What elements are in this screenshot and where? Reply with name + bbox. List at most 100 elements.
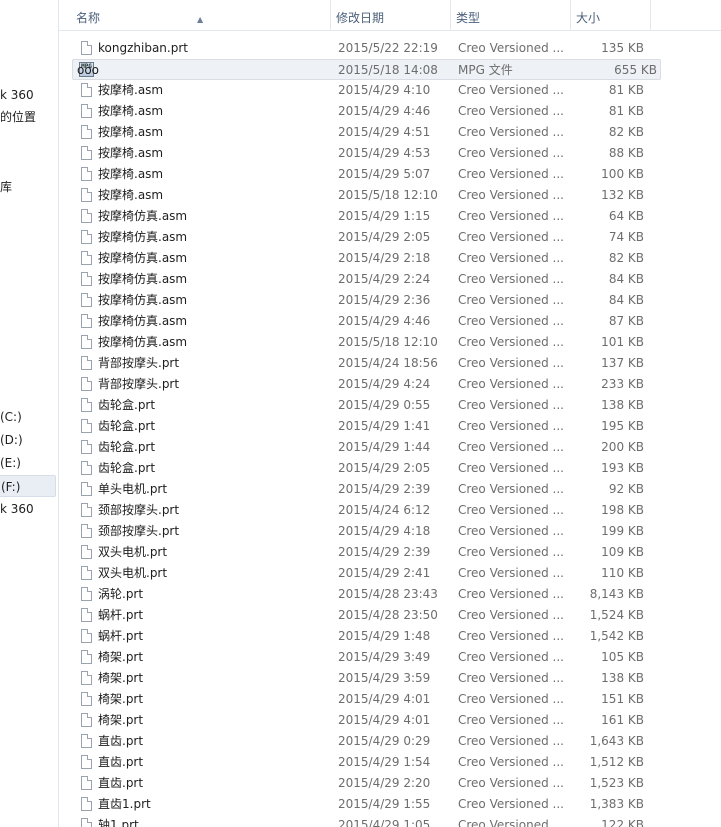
column-header-size[interactable]: 大小 <box>571 0 651 30</box>
file-row[interactable]: 双头电机.prt 2015/4/29 2:39 Creo Versioned ...… <box>59 542 721 563</box>
column-header-type[interactable]: 类型 <box>451 0 571 30</box>
file-row[interactable]: 椅架.prt 2015/4/29 3:59 Creo Versioned ... 13… <box>59 668 721 689</box>
file-type: MPG 文件 <box>458 63 513 77</box>
file-row[interactable]: 按摩椅.asm 2015/4/29 4:51 Creo Versioned ... 8… <box>59 122 721 143</box>
file-type: Creo Versioned ... <box>458 440 564 454</box>
nav-item[interactable]: k 360 <box>0 84 34 106</box>
file-row[interactable]: 按摩椅.asm 2015/5/18 12:10 Creo Versioned ...… <box>59 185 721 206</box>
column-header-name-label: 名称 <box>76 11 101 25</box>
file-size: 193 KB <box>601 461 644 475</box>
file-row[interactable]: 按摩椅仿真.asm 2015/4/29 2:36 Creo Versioned ..… <box>59 290 721 311</box>
file-row[interactable]: MPG ooo 2015/5/18 14:08 MPG 文件 655 KB <box>72 59 661 80</box>
file-name: 按摩椅仿真.asm <box>98 314 188 328</box>
file-date: 2015/4/29 4:18 <box>338 524 431 538</box>
file-row[interactable]: 直齿1.prt 2015/4/29 1:55 Creo Versioned ... 1… <box>59 794 721 815</box>
file-date: 2015/4/29 2:20 <box>338 776 431 790</box>
file-row[interactable]: 按摩椅仿真.asm 2015/4/29 1:15 Creo Versioned ..… <box>59 206 721 227</box>
nav-item[interactable]: k 360 <box>0 498 34 520</box>
file-row[interactable]: 单头电机.prt 2015/4/29 2:39 Creo Versioned ...… <box>59 479 721 500</box>
file-row[interactable]: 背部按摩头.prt 2015/4/24 18:56 Creo Versioned .… <box>59 353 721 374</box>
document-icon <box>81 608 92 622</box>
file-type: Creo Versioned ... <box>458 461 564 475</box>
file-name: 双头电机.prt <box>98 545 168 559</box>
file-name: 按摩椅仿真.asm <box>98 272 188 286</box>
file-row[interactable]: 齿轮盒.prt 2015/4/29 2:05 Creo Versioned ... 1… <box>59 458 721 479</box>
file-date: 2015/5/18 14:08 <box>338 63 438 77</box>
file-list: 名称 ▲ 修改日期 类型 大小 kongzhiban.prt 2015/5/22 … <box>59 0 721 827</box>
file-date: 2015/4/29 4:24 <box>338 377 431 391</box>
file-row[interactable]: 蜗杆.prt 2015/4/29 1:48 Creo Versioned ... 1,… <box>59 626 721 647</box>
file-row[interactable]: 按摩椅.asm 2015/4/29 5:07 Creo Versioned ... 1… <box>59 164 721 185</box>
file-date: 2015/5/22 22:19 <box>338 41 438 55</box>
file-row[interactable]: 按摩椅仿真.asm 2015/4/29 2:24 Creo Versioned ..… <box>59 269 721 290</box>
nav-item[interactable]: 库 <box>0 176 12 198</box>
file-name: 蜗杆.prt <box>98 608 144 622</box>
file-row[interactable]: 双头电机.prt 2015/4/29 2:41 Creo Versioned ...… <box>59 563 721 584</box>
file-row[interactable]: 椅架.prt 2015/4/29 4:01 Creo Versioned ... 16… <box>59 710 721 731</box>
file-date: 2015/4/28 23:50 <box>338 608 438 622</box>
file-date: 2015/4/29 4:46 <box>338 104 431 118</box>
file-name: 椅架.prt <box>98 692 144 706</box>
file-size: 1,542 KB <box>589 629 644 643</box>
file-type: Creo Versioned ... <box>458 482 564 496</box>
file-size: 105 KB <box>601 650 644 664</box>
file-row[interactable]: 直齿.prt 2015/4/29 2:20 Creo Versioned ... 1,… <box>59 773 721 794</box>
file-date: 2015/4/29 0:29 <box>338 734 431 748</box>
file-row[interactable]: 齿轮盒.prt 2015/4/29 0:55 Creo Versioned ... 1… <box>59 395 721 416</box>
file-size: 233 KB <box>601 377 644 391</box>
file-row[interactable]: 直齿.prt 2015/4/29 0:29 Creo Versioned ... 1,… <box>59 731 721 752</box>
file-row[interactable]: 齿轮盒.prt 2015/4/29 1:44 Creo Versioned ... 2… <box>59 437 721 458</box>
file-row[interactable]: 涡轮.prt 2015/4/28 23:43 Creo Versioned ... 8… <box>59 584 721 605</box>
nav-item[interactable]: (D:) <box>0 429 23 451</box>
file-name: 按摩椅仿真.asm <box>98 251 188 265</box>
document-icon <box>81 545 92 559</box>
nav-item[interactable]: (F:) <box>0 475 56 497</box>
file-size: 161 KB <box>601 713 644 727</box>
file-row[interactable]: 按摩椅仿真.asm 2015/5/18 12:10 Creo Versioned .… <box>59 332 721 353</box>
file-row[interactable]: 颈部按摩头.prt 2015/4/24 6:12 Creo Versioned ..… <box>59 500 721 521</box>
file-row[interactable]: 颈部按摩头.prt 2015/4/29 4:18 Creo Versioned ..… <box>59 521 721 542</box>
document-icon <box>81 692 92 706</box>
file-name: 椅架.prt <box>98 650 144 664</box>
document-icon <box>81 755 92 769</box>
file-name: 颈部按摩头.prt <box>98 503 180 517</box>
nav-item[interactable]: (C:) <box>0 406 22 428</box>
file-row[interactable]: kongzhiban.prt 2015/5/22 22:19 Creo Versio… <box>59 38 721 59</box>
file-row[interactable]: 按摩椅仿真.asm 2015/4/29 2:18 Creo Versioned ..… <box>59 248 721 269</box>
nav-item[interactable]: (E:) <box>0 452 21 474</box>
file-name: 颈部按摩头.prt <box>98 524 180 538</box>
file-date: 2015/4/29 2:18 <box>338 251 431 265</box>
file-row[interactable]: 蜗杆.prt 2015/4/28 23:50 Creo Versioned ... 1… <box>59 605 721 626</box>
file-row[interactable]: 齿轮盒.prt 2015/4/29 1:41 Creo Versioned ... 1… <box>59 416 721 437</box>
file-type: Creo Versioned ... <box>458 503 564 517</box>
file-date: 2015/4/29 2:36 <box>338 293 431 307</box>
file-row[interactable]: 按摩椅仿真.asm 2015/4/29 4:46 Creo Versioned ..… <box>59 311 721 332</box>
file-row[interactable]: 按摩椅.asm 2015/4/29 4:46 Creo Versioned ... 8… <box>59 101 721 122</box>
file-date: 2015/4/29 4:01 <box>338 713 431 727</box>
file-size: 138 KB <box>601 671 644 685</box>
document-icon <box>81 713 92 727</box>
document-icon <box>81 146 92 160</box>
file-name: 按摩椅.asm <box>98 167 164 181</box>
nav-item[interactable]: 的位置 <box>0 106 36 128</box>
file-row[interactable]: 背部按摩头.prt 2015/4/29 4:24 Creo Versioned ..… <box>59 374 721 395</box>
file-row[interactable]: 按摩椅.asm 2015/4/29 4:10 Creo Versioned ... 8… <box>59 80 721 101</box>
file-date: 2015/4/29 2:05 <box>338 461 431 475</box>
file-row[interactable]: 轴1.prt 2015/4/29 1:05 Creo Versioned ... 12… <box>59 815 721 827</box>
file-row[interactable]: 按摩椅.asm 2015/4/29 4:53 Creo Versioned ... 8… <box>59 143 721 164</box>
column-header-name[interactable]: 名称 ▲ <box>59 0 331 30</box>
file-name: 齿轮盒.prt <box>98 419 156 433</box>
document-icon <box>81 251 92 265</box>
file-row[interactable]: 按摩椅仿真.asm 2015/4/29 2:05 Creo Versioned ..… <box>59 227 721 248</box>
file-row[interactable]: 椅架.prt 2015/4/29 4:01 Creo Versioned ... 15… <box>59 689 721 710</box>
column-header-date[interactable]: 修改日期 <box>331 0 451 30</box>
file-size: 138 KB <box>601 398 644 412</box>
file-name: 齿轮盒.prt <box>98 461 156 475</box>
file-row[interactable]: 直齿.prt 2015/4/29 1:54 Creo Versioned ... 1,… <box>59 752 721 773</box>
file-type: Creo Versioned ... <box>458 209 564 223</box>
column-header-date-label: 修改日期 <box>336 11 385 25</box>
file-type: Creo Versioned ... <box>458 629 564 643</box>
file-size: 199 KB <box>601 524 644 538</box>
file-row[interactable]: 椅架.prt 2015/4/29 3:49 Creo Versioned ... 10… <box>59 647 721 668</box>
file-type: Creo Versioned ... <box>458 734 564 748</box>
